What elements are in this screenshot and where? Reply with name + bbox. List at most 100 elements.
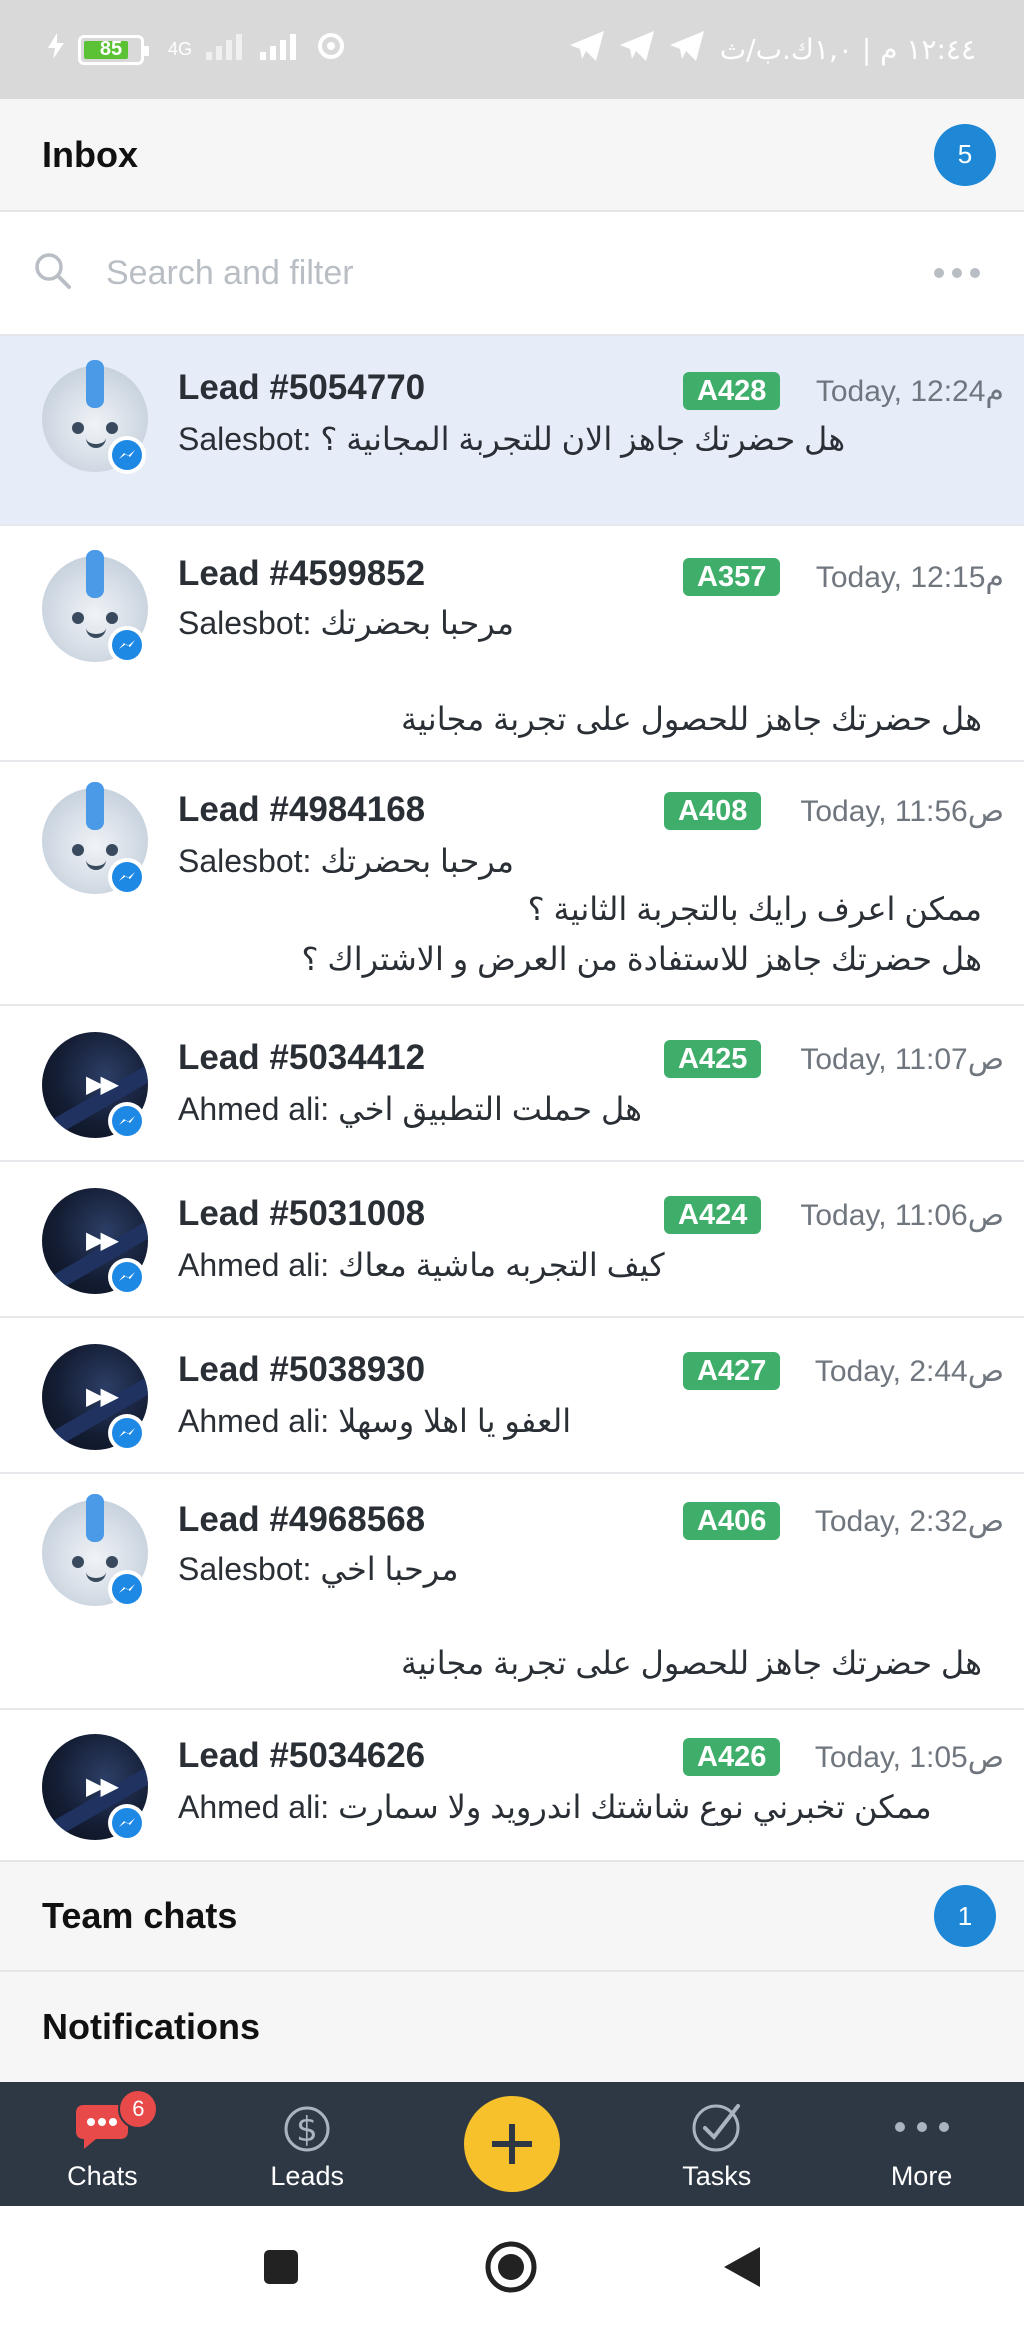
hotspot-icon [314,32,348,67]
conversation-row[interactable]: Lead #4968568 A406 Today, 2:32ص Salesbot… [0,1474,1024,1710]
team-chats-count-badge: 1 [934,1885,996,1947]
inbox-count-badge: 5 [934,123,996,186]
timestamp: Today, 11:06ص [800,1199,1004,1232]
more-icon [892,2099,952,2155]
bottom-nav: 6 Chats $ Leads Tasks More [0,2082,1024,2206]
nav-chats[interactable]: 6 Chats [12,2082,192,2206]
tag-badge: A424 [664,1196,762,1234]
telegram-icon-3 [669,30,704,70]
tag-badge: A357 [683,558,781,596]
conversation-row[interactable]: Lead #4599852 A357 Today, 12:15م Salesbo… [0,526,1024,762]
tag-badge: A408 [664,792,762,830]
add-button[interactable] [422,2082,602,2206]
checkmark-icon [687,2099,747,2155]
conversation-row[interactable]: ▶▶ Lead #5034412 A425 Today, 11:07ص Ahme… [0,1006,1024,1162]
lead-title: Lead #5038930 [178,1350,426,1389]
signal-icon-2 [260,32,300,67]
lead-title: Lead #5054770 [178,368,426,407]
message-preview: Ahmed ali: العفو يا اهلا وسهلا [178,1403,572,1439]
lead-title: Lead #4599852 [178,554,426,593]
tag-badge: A428 [683,372,781,410]
team-chats-title: Team chats [42,1895,238,1936]
nav-chats-label: Chats [67,2161,138,2191]
recents-button[interactable] [262,2248,300,2291]
inbox-title: Inbox [42,133,138,175]
conversation-row[interactable]: Lead #5054770 A428 Today, 12:24م Salesbo… [0,336,1024,526]
message-line: هل حضرتك جاهز للحصول على تجربة مجانية [400,701,982,737]
messenger-icon [108,858,146,896]
search-input[interactable] [106,253,934,293]
message-preview: Ahmed ali: كيف التجربه ماشية معاك [178,1247,665,1283]
network-type: 4G [168,39,193,59]
conversation-row[interactable]: ▶▶ Lead #5038930 A427 Today, 2:44ص Ahmed… [0,1318,1024,1474]
timestamp: Today, 11:56ص [800,795,1004,828]
messenger-icon [108,1804,146,1842]
search-icon[interactable] [34,252,72,295]
tag-badge: A406 [683,1502,781,1540]
nav-more[interactable]: More [832,2082,1012,2206]
message-preview: Salesbot: مرحبا اخي [178,1551,459,1587]
tag-badge: A426 [683,1738,781,1776]
nav-leads-label: Leads [270,2161,344,2191]
chats-badge: 6 [118,2089,159,2129]
status-bar-left: 85 4G [48,32,348,67]
message-line: ممكن اعرف رايك بالتجربة الثانية ؟ [527,891,982,927]
charging-icon [48,33,64,66]
more-options-icon[interactable] [934,268,980,278]
plus-icon [463,2096,560,2192]
signal-icon [206,32,246,67]
status-bar-right: ١٢:٤٤ م | ١,٠ك.ب/ث [569,30,976,70]
messenger-icon [108,1258,146,1296]
message-line: هل حضرتك جاهز للحصول على تجربة مجانية [400,1645,982,1681]
inbox-header[interactable]: Inbox 5 [0,99,1024,212]
lead-title: Lead #5034412 [178,1038,426,1077]
chat-bubble-icon: 6 [72,2089,159,2155]
status-time: ١٢:٤٤ م | ١,٠ك.ب/ث [719,33,976,66]
notifications-title: Notifications [42,2006,261,2047]
timestamp: Today, 11:07ص [800,1043,1004,1076]
timestamp: Today, 2:44ص [814,1355,1004,1388]
timestamp: Today, 1:05ص [814,1741,1004,1774]
message-line: هل حضرتك جاهز للاستفادة من العرض و الاشت… [301,941,982,977]
notifications-header[interactable]: Notifications [0,1972,1024,2082]
timestamp: Today, 12:15م [815,561,1004,594]
system-nav-bar [0,2206,1024,2332]
nav-leads[interactable]: $ Leads [217,2082,397,2206]
message-preview: Ahmed ali: ممكن تخبرني نوع شاشتك اندرويد… [178,1789,932,1825]
lead-title: Lead #5034626 [178,1736,426,1775]
telegram-icon-2 [619,30,654,70]
nav-tasks-label: Tasks [682,2161,752,2191]
battery-level: 85 [99,38,123,60]
messenger-icon [108,1102,146,1140]
messenger-icon [108,1414,146,1452]
team-chats-header[interactable]: Team chats 1 [0,1860,1024,1972]
timestamp: Today, 12:24م [815,375,1004,408]
conversation-row[interactable]: ▶▶ Lead #5031008 A424 Today, 11:06ص Ahme… [0,1162,1024,1318]
tag-badge: A427 [683,1352,781,1390]
message-preview: Salesbot: مرحبا بحضرتك [178,605,515,641]
search-bar [0,212,1024,336]
messenger-icon [108,626,146,664]
lead-title: Lead #4984168 [178,790,426,829]
nav-tasks[interactable]: Tasks [627,2082,807,2206]
home-button[interactable] [484,2240,538,2299]
message-preview: Ahmed ali: هل حملت التطبيق اخي [178,1091,643,1127]
tag-badge: A425 [664,1040,762,1078]
nav-more-label: More [890,2161,953,2191]
svg-text:$: $ [296,2110,318,2150]
messenger-icon [108,436,146,474]
dollar-icon: $ [277,2099,337,2155]
conversation-row[interactable]: ▶▶ Lead #5034626 A426 Today, 1:05ص Ahmed… [0,1710,1024,1860]
messenger-icon [108,1570,146,1608]
conversation-list: Lead #5054770 A428 Today, 12:24م Salesbo… [0,336,1024,1860]
timestamp: Today, 2:32ص [814,1505,1004,1538]
status-bar: 85 4G ١٢:٤٤ م | ١,٠ك.ب/ث [0,0,1024,99]
lead-title: Lead #4968568 [178,1500,426,1539]
back-button[interactable] [722,2245,762,2294]
conversation-row[interactable]: Lead #4984168 A408 Today, 11:56ص Salesbo… [0,762,1024,1006]
telegram-icon [569,30,604,70]
message-preview: Salesbot: مرحبا بحضرتك [178,843,515,879]
battery-icon: 85 [78,34,149,65]
message-preview: Salesbot: هل حضرتك جاهز الان للتجربة الم… [178,421,846,457]
lead-title: Lead #5031008 [178,1194,426,1233]
